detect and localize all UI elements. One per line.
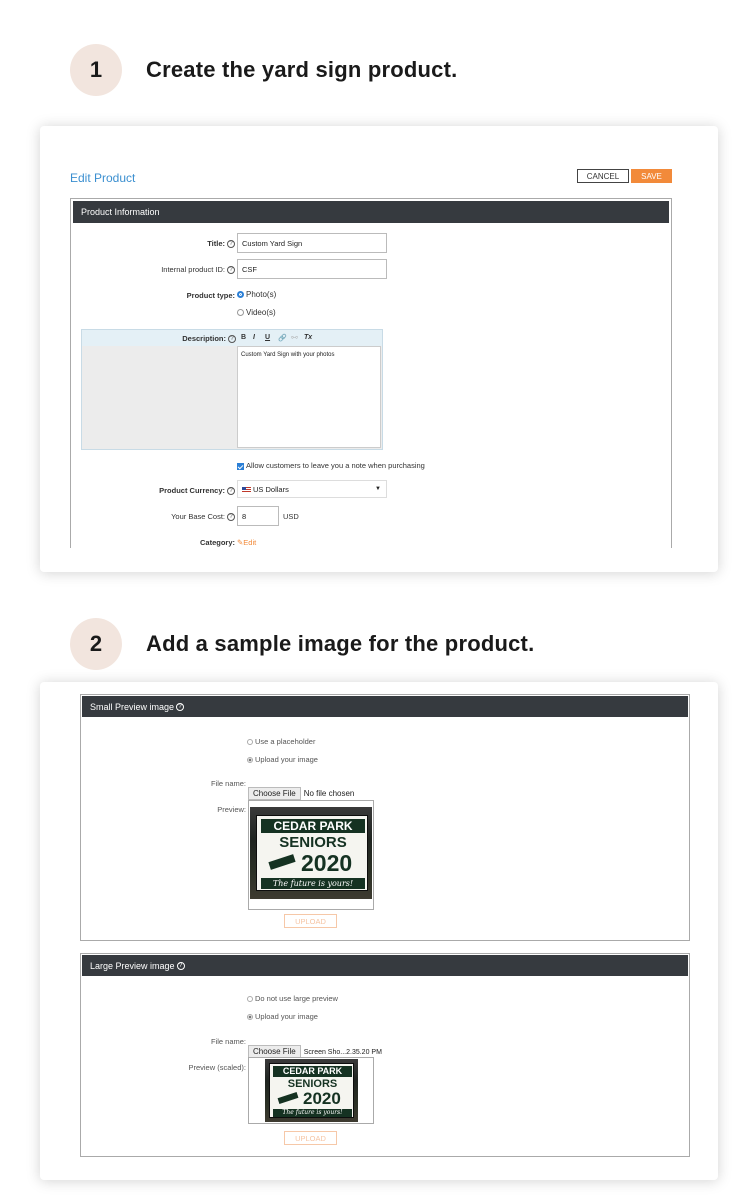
upload-button[interactable]: UPLOAD [284, 1131, 337, 1145]
file-name-label: File name: [210, 779, 246, 788]
preview-images-card: Small Preview image? Use a placeholder U… [40, 682, 718, 1180]
preview-label: Preview: [217, 805, 246, 814]
underline-icon[interactable]: U [265, 334, 270, 341]
radio-selected-icon[interactable] [237, 291, 244, 299]
step-number: 2 [70, 618, 122, 670]
description-area: Description:? B I U 🔗 ⧟ Tx Custom Yard S… [81, 329, 383, 450]
product-type-photo[interactable]: Photo(s) [237, 290, 276, 299]
edit-product-title: Edit Product [70, 171, 136, 185]
help-icon[interactable]: ? [227, 240, 235, 249]
grad-cap-icon [277, 1092, 299, 1104]
category-label: Category: [199, 538, 235, 547]
preview-frame: CEDAR PARK SENIORS 2020 The future is yo… [248, 1057, 374, 1124]
file-chooser[interactable]: Choose File No file chosen [248, 787, 354, 800]
link-icon[interactable]: 🔗 [278, 334, 287, 342]
file-name-label: File name: [210, 1037, 246, 1046]
radio-selected-icon[interactable] [247, 1014, 253, 1021]
edit-product-card: Edit Product CANCEL SAVE Product Informa… [40, 126, 718, 572]
step-2: 2 Add a sample image for the product. [70, 618, 534, 670]
step-number: 1 [70, 44, 122, 96]
grad-cap-icon [268, 854, 296, 870]
option-use-placeholder[interactable]: Use a placeholder [247, 737, 315, 746]
preview-image: CEDAR PARK SENIORS 2020 The future is yo… [265, 1059, 358, 1122]
sign-tagline: The future is yours! [261, 878, 365, 889]
sign-year: 2020 [303, 1089, 341, 1108]
checkbox-checked-icon[interactable] [237, 462, 244, 470]
help-icon[interactable]: ? [227, 487, 235, 496]
sign-tagline: The future is yours! [273, 1109, 352, 1117]
help-icon[interactable]: ? [228, 335, 236, 344]
base-cost-label: Your Base Cost:? [111, 512, 235, 522]
product-information-panel: Product Information Title:? Custom Yard … [70, 198, 672, 548]
preview-frame: CEDAR PARK SENIORS 2020 The future is yo… [248, 800, 374, 910]
panel-header: Product Information [73, 201, 669, 223]
panel-header: Large Preview image? [82, 955, 688, 976]
panel-header: Small Preview image? [82, 696, 688, 717]
preview-image: CEDAR PARK SENIORS 2020 The future is yo… [250, 807, 372, 899]
save-button[interactable]: SAVE [631, 169, 672, 183]
small-preview-panel: Small Preview image? Use a placeholder U… [80, 694, 690, 941]
step-title: Add a sample image for the product. [146, 631, 535, 656]
allow-note-checkbox[interactable]: Allow customers to leave you a note when… [237, 461, 425, 470]
cancel-button[interactable]: CANCEL [577, 169, 629, 183]
preview-scaled-label: Preview (scaled): [188, 1063, 246, 1072]
editor-toolbar: Description:? B I U 🔗 ⧟ Tx [82, 330, 382, 346]
yard-sign: CEDAR PARK SENIORS 2020 The future is yo… [256, 815, 368, 891]
product-type-video[interactable]: Video(s) [237, 308, 276, 317]
choose-file-button[interactable]: Choose File [248, 787, 301, 800]
upload-button[interactable]: UPLOAD [284, 914, 337, 928]
sign-line1: CEDAR PARK [261, 819, 365, 833]
file-status: Screen Sho...2.35.20 PM [303, 1049, 382, 1056]
sign-line2: SENIORS [279, 834, 347, 851]
option-upload-image[interactable]: Upload your image [247, 1012, 318, 1021]
step-title: Create the yard sign product. [146, 57, 458, 82]
radio-selected-icon[interactable] [247, 757, 253, 764]
option-no-large-preview[interactable]: Do not use large preview [247, 994, 338, 1003]
sign-year: 2020 [301, 850, 353, 876]
help-icon[interactable]: ? [227, 266, 235, 275]
title-input[interactable]: Custom Yard Sign [237, 233, 387, 253]
yard-sign: CEDAR PARK SENIORS 2020 The future is yo… [269, 1063, 354, 1118]
italic-icon[interactable]: I [253, 334, 255, 341]
option-upload-image[interactable]: Upload your image [247, 755, 318, 764]
title-label: Title:? [131, 239, 235, 249]
help-icon[interactable]: ? [176, 961, 185, 970]
sign-line1: CEDAR PARK [273, 1066, 352, 1077]
radio-icon[interactable] [237, 309, 244, 317]
base-cost-unit: USD [283, 512, 299, 521]
help-icon[interactable]: ? [176, 702, 185, 711]
product-type-label: Product type: [186, 291, 235, 300]
description-editor[interactable]: Custom Yard Sign with your photos [237, 346, 381, 448]
currency-label: Product Currency:? [111, 486, 235, 496]
internal-id-input[interactable]: CSF [237, 259, 387, 279]
chevron-down-icon: ▼ [375, 486, 381, 492]
radio-icon[interactable] [247, 996, 253, 1003]
file-status: No file chosen [303, 789, 355, 798]
currency-select[interactable]: US Dollars ▼ [237, 480, 387, 498]
unlink-icon[interactable]: ⧟ [291, 334, 298, 342]
clear-format-icon[interactable]: Tx [304, 334, 312, 341]
step-1: 1 Create the yard sign product. [70, 44, 457, 96]
bold-icon[interactable]: B [241, 334, 246, 341]
radio-icon[interactable] [247, 739, 253, 746]
us-flag-icon [242, 487, 251, 494]
help-icon[interactable]: ? [227, 513, 235, 522]
internal-id-label: Internal product ID:? [111, 265, 235, 275]
category-edit-link[interactable]: ✎Edit [237, 538, 256, 547]
description-label: Description:? [132, 334, 236, 344]
large-preview-panel: Large Preview image? Do not use large pr… [80, 953, 690, 1157]
base-cost-input[interactable]: 8 [237, 506, 279, 526]
